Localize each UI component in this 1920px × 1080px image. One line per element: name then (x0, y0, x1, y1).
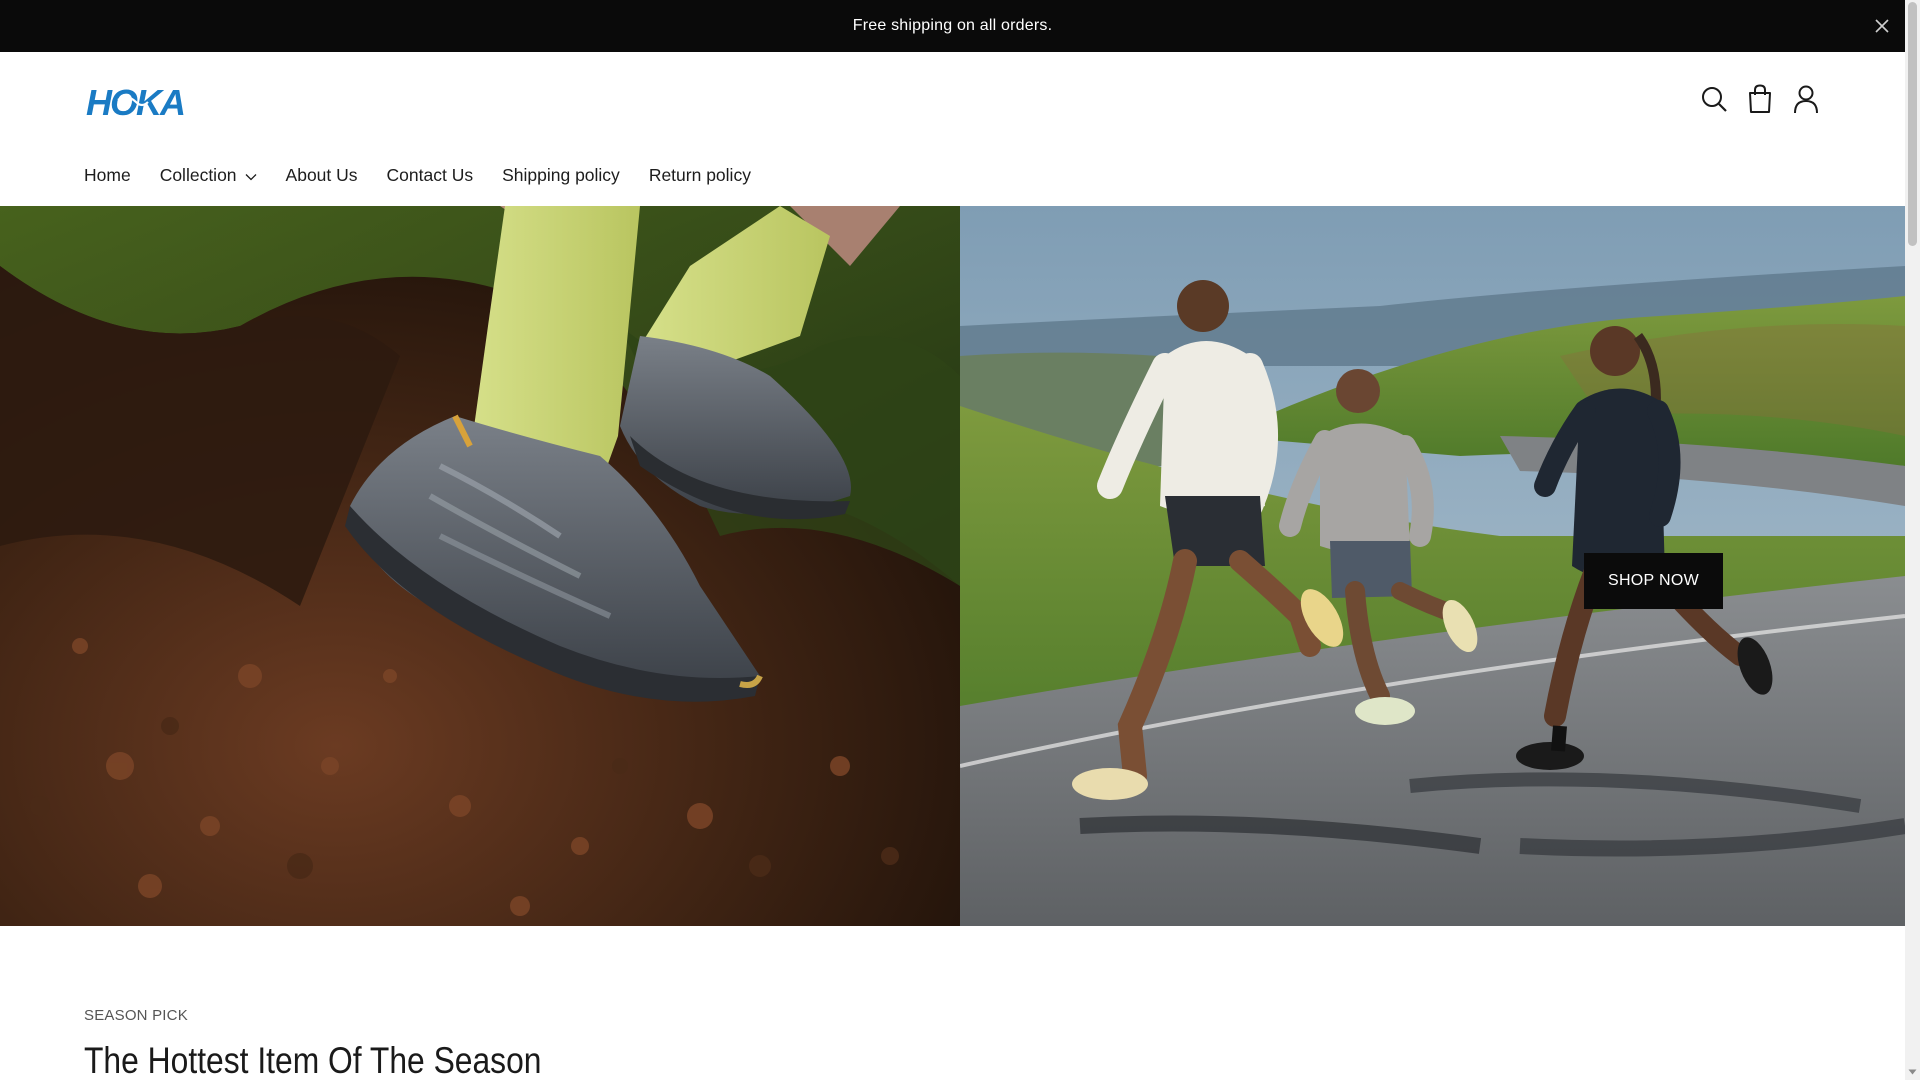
nav-item-return-policy[interactable]: Return policy (649, 165, 751, 186)
site-header: HOKA Home Collection About Us Contact Us… (0, 52, 1905, 206)
main-nav: Home Collection About Us Contact Us Ship… (84, 165, 780, 186)
nav-item-home[interactable]: Home (84, 165, 131, 186)
section-title: The Hottest Item Of The Season (84, 1040, 542, 1080)
account-icon[interactable] (1791, 84, 1821, 114)
nav-label: Home (84, 165, 131, 185)
nav-item-contact-us[interactable]: Contact Us (387, 165, 474, 186)
chevron-down-icon (245, 173, 257, 181)
nav-label: Collection (159, 165, 237, 185)
nav-item-collection[interactable]: Collection (160, 165, 257, 186)
nav-item-shipping-policy[interactable]: Shipping policy (502, 165, 620, 186)
page-scrollbar[interactable] (1905, 0, 1920, 1080)
nav-label: About Us (285, 165, 358, 185)
announcement-text: Free shipping on all orders. (852, 17, 1053, 34)
announcement-bar: Free shipping on all orders. (0, 0, 1905, 52)
hero-image-runners[interactable]: SHOP NOW (960, 206, 1905, 926)
shop-now-button[interactable]: SHOP NOW (1584, 553, 1723, 609)
nav-label: Return policy (648, 165, 751, 185)
scrollbar-thumb[interactable] (1908, 2, 1917, 246)
cart-icon[interactable] (1745, 84, 1775, 114)
nav-item-about-us[interactable]: About Us (286, 165, 358, 186)
nav-label: Shipping policy (502, 165, 620, 185)
hero-banner: SHOP NOW (0, 206, 1905, 926)
search-icon[interactable] (1699, 84, 1729, 114)
section-eyebrow: SEASON PICK (84, 1007, 188, 1024)
close-icon[interactable] (1871, 15, 1893, 37)
nav-label: Contact Us (386, 165, 474, 185)
hoka-logo[interactable]: HOKA (84, 80, 198, 124)
hero-image-shoe-in-dirt[interactable] (0, 206, 960, 926)
header-icons (1699, 84, 1821, 114)
scroll-down-arrow-icon[interactable] (1908, 1068, 1917, 1076)
